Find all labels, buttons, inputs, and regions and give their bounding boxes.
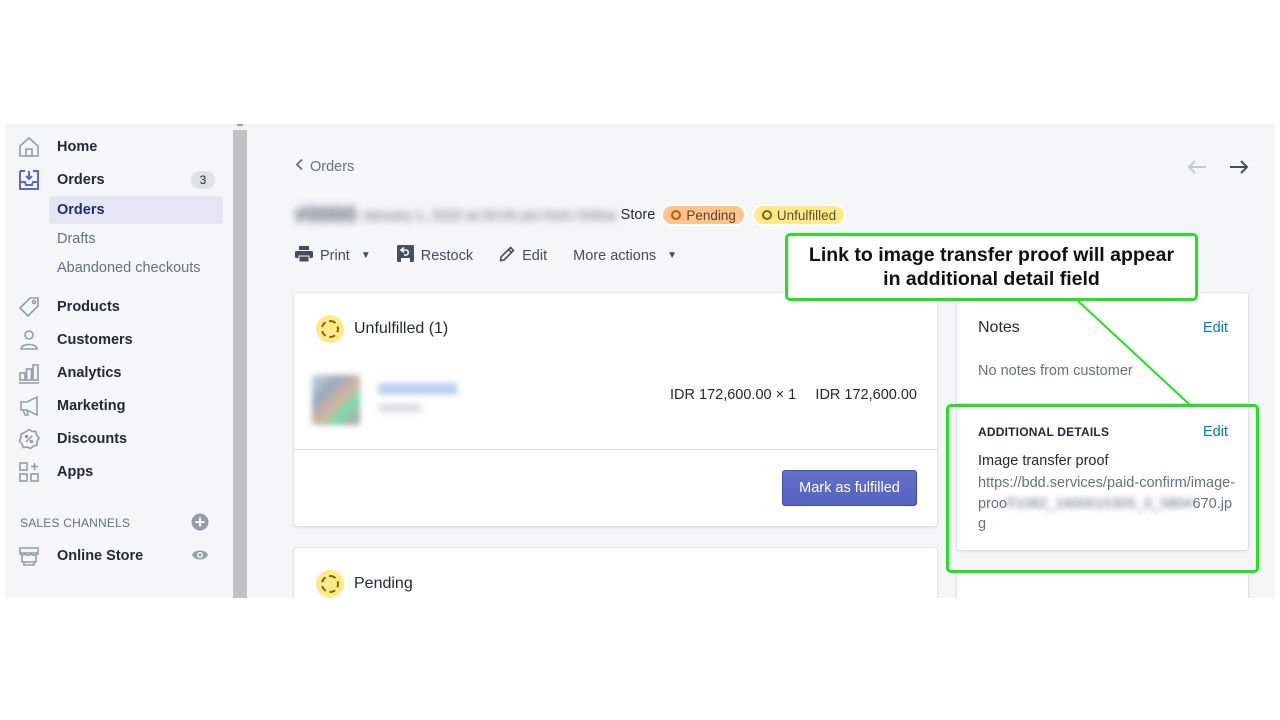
annotation-connector-line (1077, 300, 1191, 406)
annotation-callout: Link to image transfer proof will appear… (785, 233, 1198, 301)
annotation-highlight-box (946, 404, 1259, 573)
